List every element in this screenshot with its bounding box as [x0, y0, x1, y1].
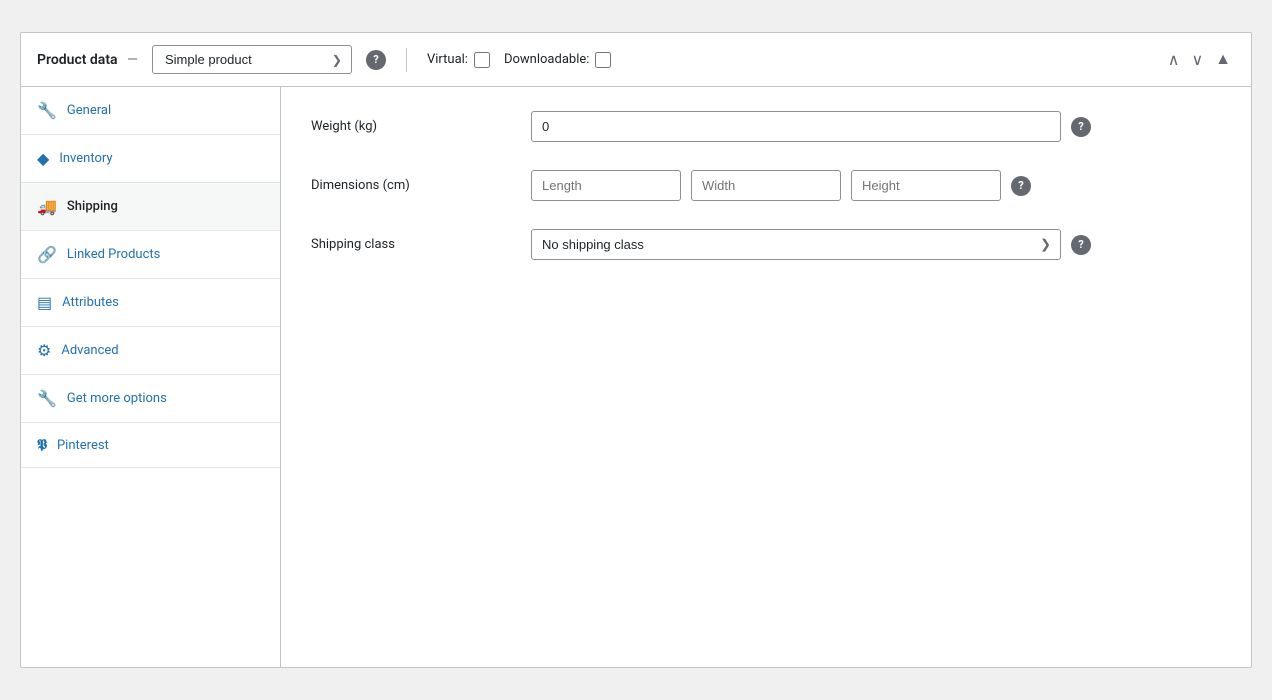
header-divider — [406, 48, 407, 72]
collapse-up-button[interactable]: ∧ — [1164, 46, 1184, 74]
weight-input[interactable] — [531, 111, 1061, 142]
sidebar-item-advanced-label: Advanced — [61, 343, 118, 358]
help-icon[interactable]: ? — [366, 50, 386, 70]
downloadable-label: Downloadable: — [504, 52, 589, 67]
product-data-panel: Product data — Simple product ❯ ? Virtua… — [20, 32, 1252, 668]
length-input[interactable] — [531, 170, 681, 201]
gear-icon: ⚙ — [37, 341, 51, 360]
pinterest-icon: 𝕻 — [37, 437, 47, 453]
weight-field-row: Weight (kg) ? — [311, 111, 1221, 142]
dimensions-field-row: Dimensions (cm) ? — [311, 170, 1221, 201]
sidebar-item-shipping-label: Shipping — [67, 199, 118, 214]
virtual-label: Virtual: — [427, 52, 468, 67]
shipping-class-field-row: Shipping class No shipping class ❯ ? — [311, 229, 1221, 260]
sidebar-item-inventory[interactable]: ◆ Inventory — [21, 135, 280, 183]
inventory-icon: ◆ — [37, 149, 49, 168]
panel-title: Product data — — [37, 52, 138, 68]
link-icon: 🔗 — [37, 245, 57, 264]
shipping-class-label: Shipping class — [311, 229, 511, 252]
shipping-class-help-icon[interactable]: ? — [1071, 235, 1091, 255]
weight-label: Weight (kg) — [311, 111, 511, 134]
options-icon: 🔧 — [37, 389, 57, 408]
dimensions-help-icon[interactable]: ? — [1011, 176, 1031, 196]
shipping-class-select[interactable]: No shipping class — [531, 229, 1061, 260]
shipping-content: Weight (kg) ? Dimensions (cm) ? — [281, 87, 1251, 667]
sidebar-item-general-label: General — [67, 103, 111, 118]
sidebar-item-pinterest[interactable]: 𝕻 Pinterest — [21, 423, 280, 468]
attributes-icon: ▤ — [37, 293, 52, 312]
downloadable-checkbox[interactable] — [595, 52, 611, 68]
sidebar-item-linked-products-label: Linked Products — [67, 247, 160, 262]
virtual-checkbox-group: Virtual: — [427, 52, 490, 68]
header-controls: ∧ ∨ ▲ — [1164, 46, 1235, 74]
dimensions-label: Dimensions (cm) — [311, 170, 511, 193]
sidebar-item-general[interactable]: 🔧 General — [21, 87, 280, 135]
truck-icon: 🚚 — [37, 197, 57, 216]
sidebar-item-linked-products[interactable]: 🔗 Linked Products — [21, 231, 280, 279]
shipping-class-field-control: No shipping class ❯ ? — [531, 229, 1221, 260]
sidebar-item-shipping[interactable]: 🚚 Shipping — [21, 183, 280, 231]
product-type-select[interactable]: Simple product — [152, 45, 352, 74]
sidebar-item-inventory-label: Inventory — [59, 151, 112, 166]
shipping-class-wrapper[interactable]: No shipping class ❯ — [531, 229, 1061, 260]
weight-field-control: ? — [531, 111, 1221, 142]
product-type-wrapper[interactable]: Simple product ❯ — [152, 45, 352, 74]
downloadable-checkbox-group: Downloadable: — [504, 52, 611, 68]
sidebar-item-get-more-options[interactable]: 🔧 Get more options — [21, 375, 280, 423]
virtual-checkbox[interactable] — [474, 52, 490, 68]
toggle-button[interactable]: ▲ — [1211, 47, 1235, 73]
wrench-icon: 🔧 — [37, 101, 57, 120]
dimensions-inputs — [531, 170, 1001, 201]
dimensions-field-control: ? — [531, 170, 1221, 201]
sidebar-item-advanced[interactable]: ⚙ Advanced — [21, 327, 280, 375]
sidebar-item-pinterest-label: Pinterest — [57, 438, 109, 453]
weight-help-icon[interactable]: ? — [1071, 117, 1091, 137]
panel-header: Product data — Simple product ❯ ? Virtua… — [21, 33, 1251, 87]
width-input[interactable] — [691, 170, 841, 201]
sidebar-item-attributes[interactable]: ▤ Attributes — [21, 279, 280, 327]
panel-body: 🔧 General ◆ Inventory 🚚 Shipping 🔗 Linke… — [21, 87, 1251, 667]
sidebar-item-attributes-label: Attributes — [62, 295, 119, 310]
sidebar-item-get-more-options-label: Get more options — [67, 391, 167, 406]
sidebar: 🔧 General ◆ Inventory 🚚 Shipping 🔗 Linke… — [21, 87, 281, 667]
collapse-down-button[interactable]: ∨ — [1187, 46, 1207, 74]
height-input[interactable] — [851, 170, 1001, 201]
